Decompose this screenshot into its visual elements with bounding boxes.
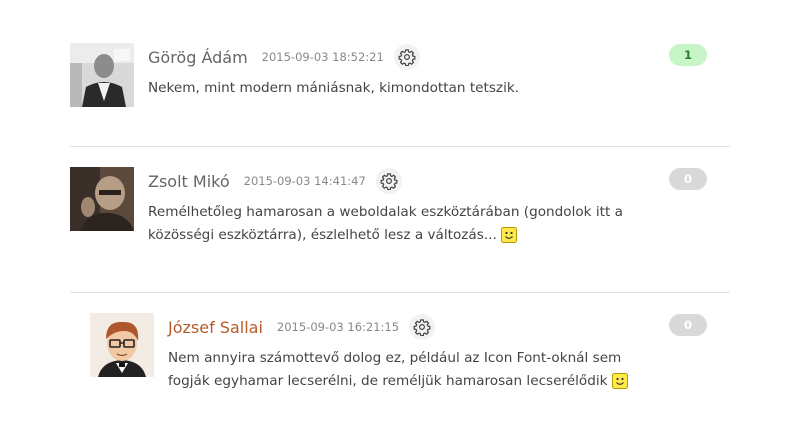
vote-count-badge[interactable]: 1 — [669, 44, 707, 66]
comment-separator — [70, 146, 730, 147]
comment-timestamp: 2015-09-03 16:21:15 — [276, 320, 400, 334]
gear-icon — [380, 173, 398, 190]
comment-text: Nem annyira számottevő dolog ez, például… — [168, 347, 628, 397]
comment-text-line: Remélhetőleg hamarosan a weboldalak eszk… — [148, 204, 623, 220]
gear-icon — [398, 49, 416, 66]
comment-text-line-with-emoticon: közösségi eszköztárra), észlelhető lesz … — [148, 224, 623, 251]
user-avatar[interactable] — [70, 167, 134, 231]
user-avatar[interactable] — [90, 313, 154, 377]
vote-count-badge[interactable]: 0 — [669, 314, 707, 336]
reply-comment-item: József Sallai 2015-09-03 16:21:15 Nem an… — [90, 313, 730, 393]
settings-button[interactable] — [375, 168, 402, 194]
settings-button[interactable] — [393, 44, 420, 70]
smiley-icon — [500, 227, 517, 251]
author-name[interactable]: Zsolt Mikó — [148, 172, 230, 191]
comment-text-line: Nekem, mint modern mániásnak, kimondotta… — [148, 80, 520, 96]
comment-text: Remélhetőleg hamarosan a weboldalak eszk… — [148, 201, 623, 251]
comment-timestamp: 2015-09-03 18:52:21 — [261, 50, 384, 64]
user-avatar[interactable] — [70, 43, 134, 107]
cartoon-avatar — [90, 313, 154, 377]
user-photo-sepia-avatar — [70, 167, 134, 231]
gear-icon — [413, 319, 431, 336]
comment-text-line: Nem annyira számottevő dolog ez, például… — [168, 350, 622, 366]
comment-timestamp: 2015-09-03 14:41:47 — [243, 174, 366, 188]
comment-text-line-with-emoticon: fogják egyhamar lecserélni, de reméljük … — [168, 370, 628, 397]
vote-count-badge[interactable]: 0 — [669, 168, 707, 190]
smiley-icon — [611, 373, 628, 397]
author-name[interactable]: József Sallai — [168, 318, 263, 337]
comment-text-line: közösségi eszköztárra), észlelhető lesz … — [148, 227, 497, 243]
author-name[interactable]: Görög Ádám — [148, 48, 248, 67]
settings-button[interactable] — [409, 314, 436, 340]
comment-header: Görög Ádám 2015-09-03 18:52:21 — [148, 43, 420, 71]
comment-header: Zsolt Mikó 2015-09-03 14:41:47 — [148, 167, 402, 195]
comment-item: Görög Ádám 2015-09-03 18:52:21 Nekem, mi… — [70, 43, 730, 113]
user-photo-grayscale-avatar — [70, 43, 134, 107]
comment-header: József Sallai 2015-09-03 16:21:15 — [168, 313, 436, 341]
comment-text-line: fogják egyhamar lecserélni, de reméljük … — [168, 373, 608, 389]
comment-separator — [70, 292, 730, 293]
comment-item: Zsolt Mikó 2015-09-03 14:41:47 Remélhető… — [70, 167, 730, 247]
comment-text: Nekem, mint modern mániásnak, kimondotta… — [148, 77, 519, 100]
